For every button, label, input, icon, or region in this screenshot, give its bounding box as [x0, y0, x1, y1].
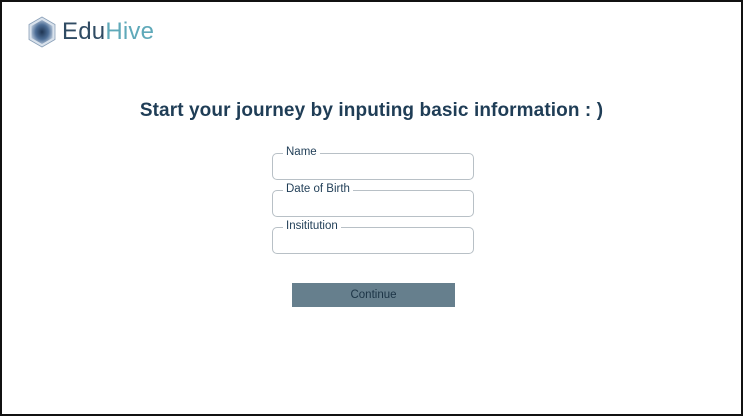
- brand-logo: EduHive: [28, 16, 154, 48]
- name-input[interactable]: [280, 159, 466, 175]
- brand-name-hive: Hive: [105, 18, 155, 45]
- brand-name-edu: Edu: [62, 18, 106, 45]
- basic-info-form: Name Date of Birth Insititution: [272, 145, 474, 264]
- app-window: EduHive Start your journey by inputing b…: [0, 0, 743, 416]
- institution-input[interactable]: [280, 233, 466, 249]
- hexagon-cube-logo-icon: [28, 16, 56, 48]
- name-field: Name: [272, 145, 474, 180]
- date-of-birth-field-label: Date of Birth: [283, 182, 353, 196]
- institution-field: Insititution: [272, 219, 474, 254]
- brand-name: EduHive: [62, 16, 154, 48]
- page-heading: Start your journey by inputing basic inf…: [139, 100, 604, 121]
- date-of-birth-input[interactable]: [280, 196, 466, 212]
- name-field-label: Name: [283, 145, 320, 159]
- date-of-birth-field: Date of Birth: [272, 182, 474, 217]
- institution-field-label: Insititution: [283, 219, 341, 233]
- continue-button[interactable]: Continue: [292, 283, 455, 307]
